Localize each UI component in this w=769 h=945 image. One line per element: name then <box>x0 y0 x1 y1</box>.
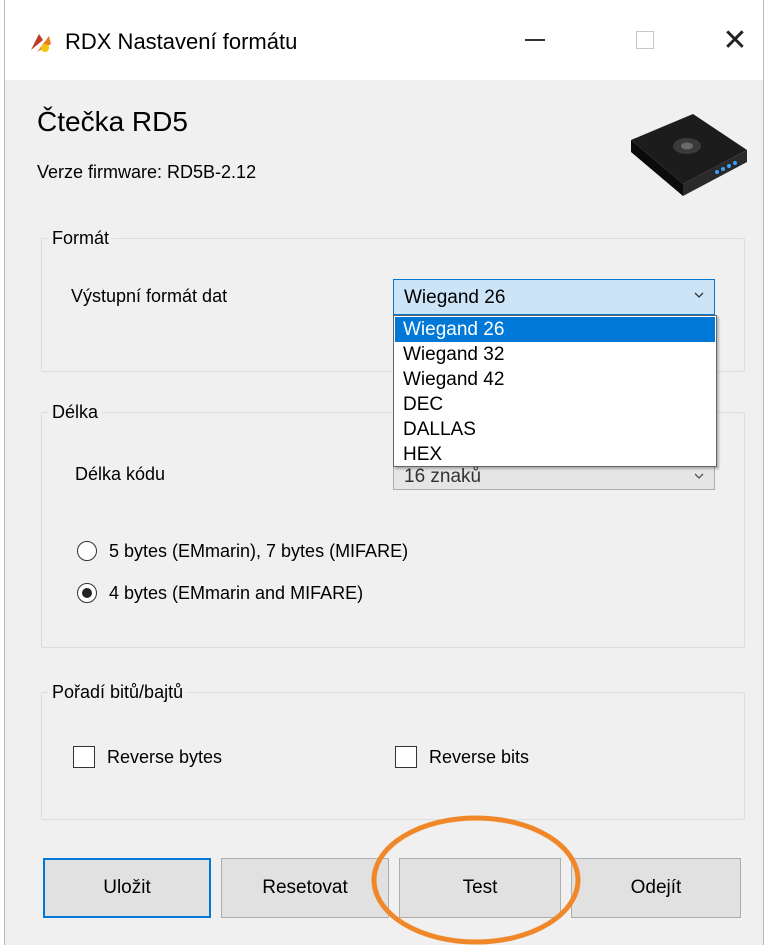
radio-5-7-bytes[interactable] <box>77 541 97 561</box>
radio-selected-dot <box>82 588 92 598</box>
dropdown-option[interactable]: Wiegand 42 <box>395 367 715 392</box>
dropdown-option[interactable]: Wiegand 26 <box>395 317 715 342</box>
reset-button[interactable]: Resetovat <box>221 858 389 918</box>
radio-4-bytes-label[interactable]: 4 bytes (EMmarin and MIFARE) <box>109 581 363 605</box>
firmware-version: Verze firmware: RD5B-2.12 <box>37 162 257 182</box>
settings-window: RDX Nastavení formátu ✕ Čtečka RD5 Verze… <box>4 0 764 945</box>
exit-button[interactable]: Odejít <box>571 858 741 918</box>
output-format-dropdown: Wiegand 26 Wiegand 32 Wiegand 42 DEC DAL… <box>393 315 717 467</box>
save-button[interactable]: Uložit <box>43 858 211 918</box>
window-title: RDX Nastavení formátu <box>65 29 298 54</box>
reverse-bytes-label[interactable]: Reverse bytes <box>107 745 222 769</box>
code-length-value: 16 znaků <box>404 466 482 487</box>
maximize-icon <box>636 31 654 49</box>
card-reader-image <box>631 114 747 196</box>
test-button[interactable]: Test <box>399 858 561 918</box>
close-icon: ✕ <box>722 23 748 57</box>
output-format-value: Wiegand 26 <box>404 287 506 308</box>
maximize-button[interactable] <box>615 14 675 66</box>
radio-5-7-bytes-label[interactable]: 5 bytes (EMmarin), 7 bytes (MIFARE) <box>109 539 408 563</box>
radio-4-bytes[interactable] <box>77 583 97 603</box>
close-button[interactable]: ✕ <box>705 14 765 66</box>
format-legend: Formát <box>48 226 114 250</box>
reverse-bytes-checkbox[interactable] <box>73 746 95 768</box>
reverse-bits-label[interactable]: Reverse bits <box>429 745 529 769</box>
minimize-button[interactable] <box>505 14 565 66</box>
length-legend: Délka <box>48 400 103 424</box>
title-bar[interactable]: RDX Nastavení formátu ✕ <box>5 0 763 80</box>
dropdown-option[interactable]: HEX <box>395 442 715 467</box>
reverse-bits-checkbox[interactable] <box>395 746 417 768</box>
page-title: Čtečka RD5 <box>37 106 188 137</box>
dropdown-option[interactable]: DALLAS <box>395 417 715 442</box>
output-format-select[interactable]: Wiegand 26 <box>393 279 715 315</box>
chevron-down-icon <box>694 292 704 298</box>
order-legend: Pořadí bitů/bajtů <box>48 680 188 704</box>
output-format-label: Výstupní formát dat <box>71 286 228 306</box>
code-length-label: Délka kódu <box>75 464 166 484</box>
app-logo-icon <box>31 34 51 52</box>
dropdown-option[interactable]: Wiegand 32 <box>395 342 715 367</box>
dropdown-option[interactable]: DEC <box>395 392 715 417</box>
minimize-icon <box>525 39 545 41</box>
chevron-down-icon <box>694 473 704 479</box>
